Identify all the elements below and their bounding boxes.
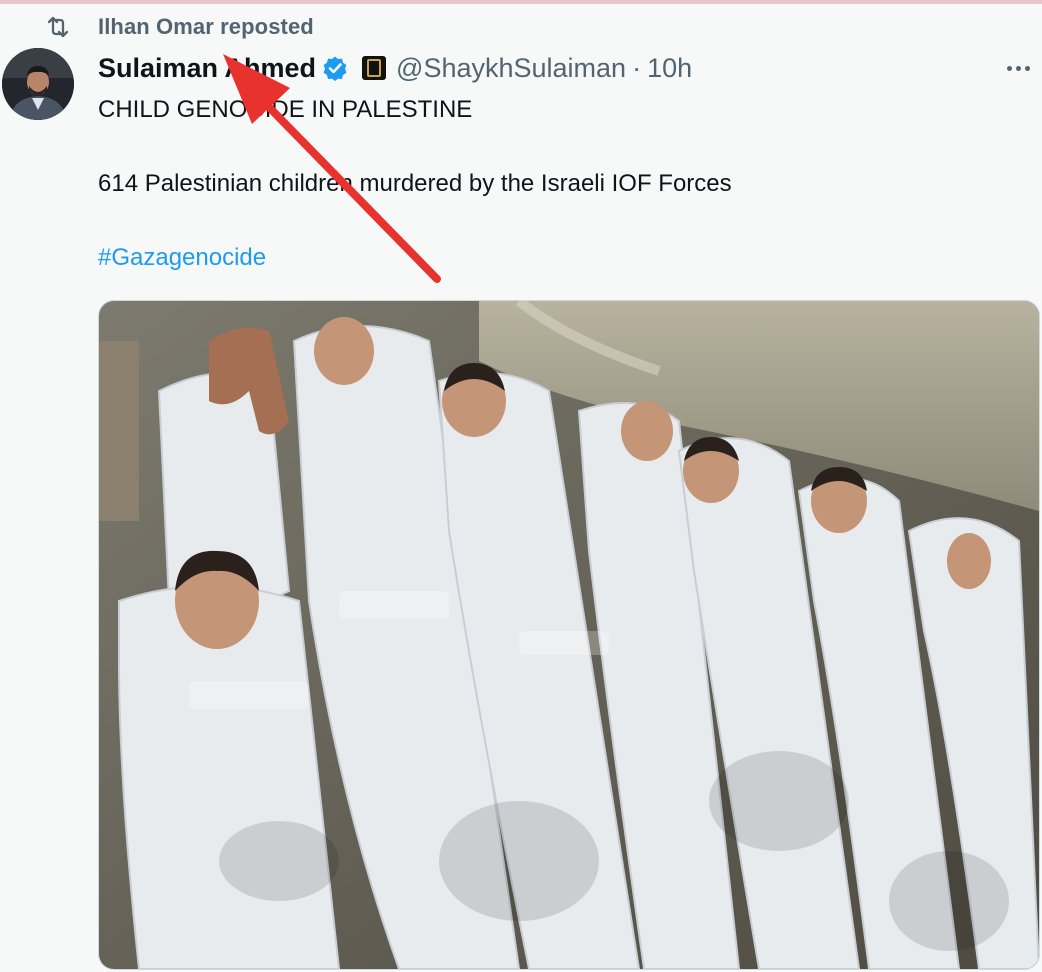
affiliate-badge-icon[interactable] [362, 56, 387, 80]
hashtag-link[interactable]: #Gazagenocide [98, 244, 266, 272]
author-handle[interactable]: @ShaykhSulaiman [396, 53, 626, 84]
tweet-header: Sulaiman Ahmed @ShaykhSulaiman · 10h [98, 50, 692, 86]
repost-icon [47, 16, 69, 38]
more-options-icon[interactable] [1004, 56, 1032, 80]
top-divider [0, 0, 1042, 4]
tweet-text-line-2: 614 Palestinian children murdered by the… [98, 170, 732, 197]
repost-indicator: Ilhan Omar reposted [44, 12, 314, 42]
avatar-image [2, 48, 74, 120]
tweet-text-line-1: CHILD GENOCIDE IN PALESTINE [98, 96, 473, 123]
photo-illustration [99, 301, 1039, 969]
tweet-timestamp[interactable]: 10h [647, 53, 692, 84]
verified-badge-icon[interactable] [322, 55, 348, 81]
separator-dot: · [632, 52, 642, 83]
repost-label[interactable]: Ilhan Omar reposted [98, 14, 314, 40]
author-display-name[interactable]: Sulaiman Ahmed [98, 53, 316, 84]
avatar[interactable] [2, 48, 74, 120]
tweet-media-photo[interactable] [98, 300, 1040, 970]
